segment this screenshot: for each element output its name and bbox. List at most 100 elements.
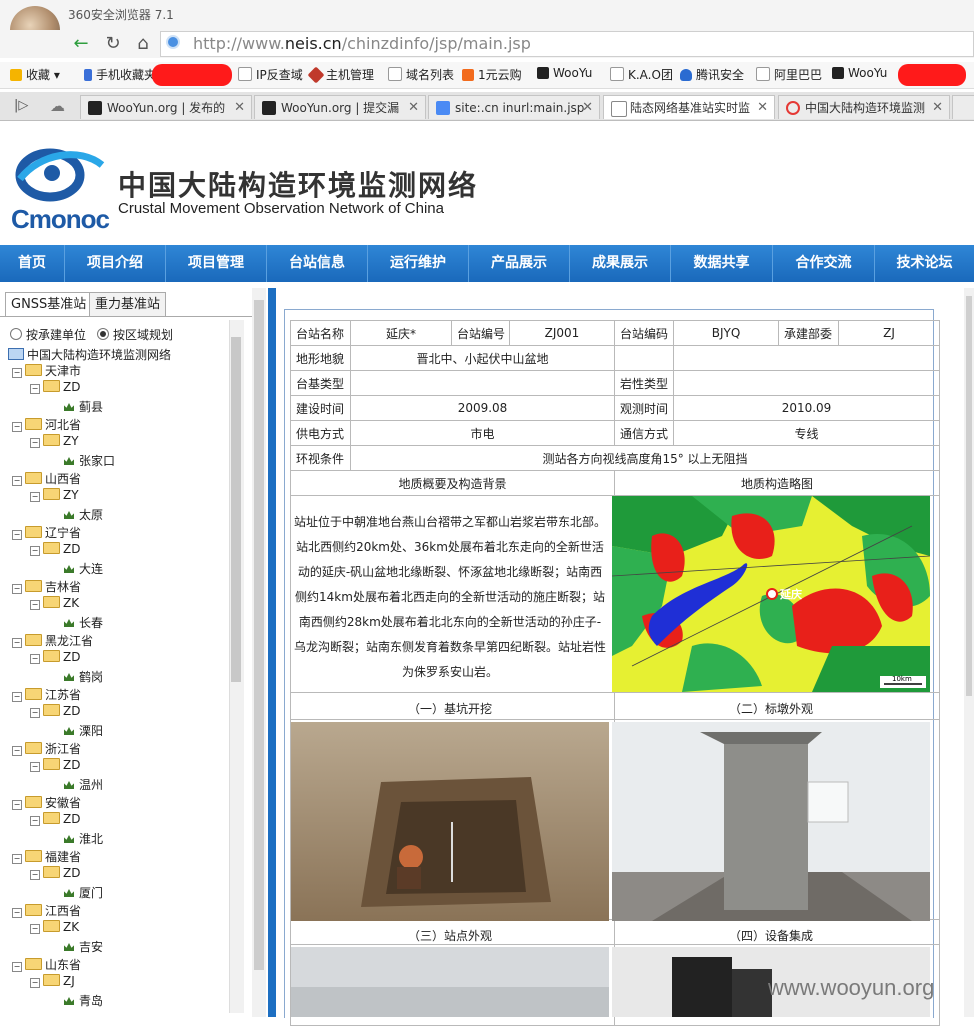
- bookmark-item[interactable]: 阿里巴巴: [756, 66, 822, 83]
- bookmark-item[interactable]: WooYu: [832, 66, 887, 80]
- collapse-icon[interactable]: −: [12, 854, 22, 864]
- url-text[interactable]: http://www.neis.cn/chinzdinfo/jsp/main.j…: [193, 34, 531, 53]
- cmonoc-logo-icon[interactable]: [10, 143, 105, 203]
- collapse-icon[interactable]: −: [12, 422, 22, 432]
- panel-scrollbar-thumb[interactable]: [254, 300, 264, 970]
- tree-station[interactable]: 厦门: [64, 884, 103, 901]
- geology-map[interactable]: 延庆 10km: [612, 496, 930, 692]
- tree-group[interactable]: − ZD: [30, 812, 80, 826]
- tree-group[interactable]: − ZD: [30, 380, 80, 394]
- tree-province[interactable]: − 山西省: [12, 470, 81, 487]
- bookmark-item[interactable]: 手机收藏夹: [84, 66, 156, 83]
- tree-station[interactable]: 张家口: [64, 452, 115, 469]
- radio-by-builder[interactable]: 按承建单位: [10, 326, 86, 343]
- close-icon[interactable]: ✕: [408, 96, 419, 119]
- tree-station[interactable]: 温州: [64, 776, 103, 793]
- collapse-icon[interactable]: −: [30, 708, 40, 718]
- browser-tab[interactable]: [952, 95, 974, 119]
- tree-station[interactable]: 太原: [64, 506, 103, 523]
- sidebar-toggle-icon[interactable]: |▷: [14, 98, 28, 113]
- back-arrow-icon[interactable]: ←: [70, 33, 92, 55]
- tree-group[interactable]: − ZK: [30, 596, 79, 610]
- tree-group[interactable]: − ZK: [30, 920, 79, 934]
- tree-station[interactable]: 蓟县: [64, 398, 103, 415]
- collapse-icon[interactable]: −: [12, 692, 22, 702]
- tree-group[interactable]: − ZD: [30, 758, 80, 772]
- collapse-icon[interactable]: −: [12, 800, 22, 810]
- bookmark-item[interactable]: K.A.O团: [610, 66, 673, 83]
- collapse-icon[interactable]: −: [12, 908, 22, 918]
- tree-station[interactable]: 吉安: [64, 938, 103, 955]
- tree-province[interactable]: − 福建省: [12, 848, 81, 865]
- browser-tab[interactable]: WooYun.org | 提交漏 ✕: [254, 95, 426, 119]
- close-icon[interactable]: ✕: [234, 96, 245, 119]
- reload-icon[interactable]: ↻: [102, 33, 124, 55]
- nav-products[interactable]: 产品展示: [469, 245, 570, 282]
- collapse-icon[interactable]: −: [30, 438, 40, 448]
- radio-by-region[interactable]: 按区域规划: [97, 326, 173, 343]
- tree-root[interactable]: 中国大陆构造环境监测网络: [8, 346, 171, 363]
- collapse-icon[interactable]: −: [12, 584, 22, 594]
- photo-pit-excavation[interactable]: [291, 722, 609, 921]
- collapse-icon[interactable]: −: [30, 762, 40, 772]
- radio-button[interactable]: [97, 328, 109, 340]
- tree-station[interactable]: 淮北: [64, 830, 103, 847]
- close-icon[interactable]: ✕: [582, 96, 593, 119]
- bookmark-item[interactable]: 主机管理: [307, 66, 374, 84]
- bookmark-favorites[interactable]: 收藏 ▾: [10, 66, 60, 83]
- collapse-icon[interactable]: −: [30, 870, 40, 880]
- close-icon[interactable]: ✕: [932, 96, 943, 119]
- collapse-icon[interactable]: −: [12, 962, 22, 972]
- bookmark-item[interactable]: IP反查域: [238, 66, 303, 83]
- tab-gnss-stations[interactable]: GNSS基准站: [5, 292, 93, 316]
- radio-button[interactable]: [10, 328, 22, 340]
- tree-group[interactable]: − ZJ: [30, 974, 75, 988]
- collapse-icon[interactable]: −: [12, 368, 22, 378]
- tree-station[interactable]: 鹤岗: [64, 668, 103, 685]
- nav-station-info[interactable]: 台站信息: [267, 245, 368, 282]
- collapse-icon[interactable]: −: [12, 638, 22, 648]
- nav-project-management[interactable]: 项目管理: [166, 245, 267, 282]
- collapse-icon[interactable]: −: [30, 600, 40, 610]
- tree-province[interactable]: − 安徽省: [12, 794, 81, 811]
- browser-tab[interactable]: 中国大陆构造环境监测 ✕: [778, 95, 950, 119]
- tree-group[interactable]: − ZD: [30, 650, 80, 664]
- tree-province[interactable]: − 江西省: [12, 902, 81, 919]
- tree-station[interactable]: 长春: [64, 614, 103, 631]
- tree-province[interactable]: − 山东省: [12, 956, 81, 973]
- collapse-icon[interactable]: −: [30, 924, 40, 934]
- collapse-icon[interactable]: −: [30, 384, 40, 394]
- tree-station[interactable]: 大连: [64, 560, 103, 577]
- tree-station[interactable]: 溧阳: [64, 722, 103, 739]
- collapse-icon[interactable]: −: [12, 746, 22, 756]
- nav-home[interactable]: 首页: [0, 245, 65, 282]
- tree-group[interactable]: − ZD: [30, 704, 80, 718]
- home-icon[interactable]: ⌂: [132, 33, 154, 55]
- tree-province[interactable]: − 吉林省: [12, 578, 81, 595]
- tree-group[interactable]: − ZY: [30, 434, 79, 448]
- tree-group[interactable]: − ZD: [30, 542, 80, 556]
- nav-cooperation[interactable]: 合作交流: [773, 245, 875, 282]
- page-scrollbar-thumb[interactable]: [966, 296, 972, 696]
- tree-station[interactable]: 青岛: [64, 992, 103, 1009]
- bookmark-item[interactable]: 腾讯安全: [680, 66, 744, 83]
- collapse-icon[interactable]: −: [30, 978, 40, 988]
- nav-operations[interactable]: 运行维护: [368, 245, 469, 282]
- collapse-icon[interactable]: −: [12, 530, 22, 540]
- tree-scrollbar-thumb[interactable]: [231, 337, 241, 682]
- tree-province[interactable]: − 河北省: [12, 416, 81, 433]
- collapse-icon[interactable]: −: [30, 546, 40, 556]
- nav-data-sharing[interactable]: 数据共享: [671, 245, 773, 282]
- tree-group[interactable]: − ZY: [30, 488, 79, 502]
- panel-splitter[interactable]: [268, 288, 276, 1017]
- photo-monument-pillar[interactable]: [612, 722, 930, 921]
- nav-results[interactable]: 成果展示: [570, 245, 671, 282]
- browser-tab-active[interactable]: 陆态网络基准站实时监 ✕: [603, 95, 775, 119]
- tree-province[interactable]: − 江苏省: [12, 686, 81, 703]
- tree-province[interactable]: − 天津市: [12, 362, 81, 379]
- tree-group[interactable]: − ZD: [30, 866, 80, 880]
- nav-forum[interactable]: 技术论坛: [875, 245, 974, 282]
- cloud-icon[interactable]: ☁: [50, 97, 65, 115]
- close-icon[interactable]: ✕: [757, 96, 768, 119]
- tree-province[interactable]: − 辽宁省: [12, 524, 81, 541]
